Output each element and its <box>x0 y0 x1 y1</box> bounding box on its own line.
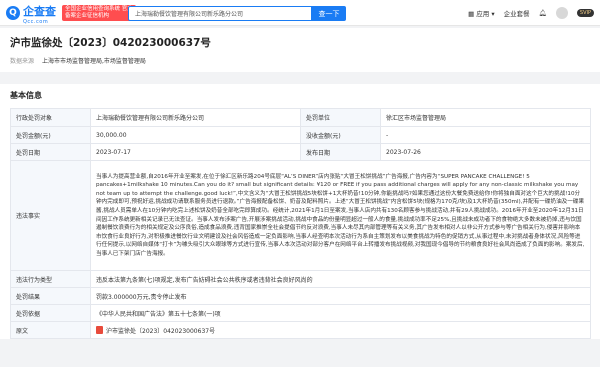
search-button[interactable]: 查一下 <box>312 6 346 21</box>
amount-label: 处罚金额(元) <box>10 126 91 144</box>
section-title: 基本信息 <box>10 91 42 100</box>
confiscate-value: - <box>380 126 591 144</box>
app-menu[interactable]: ▦ 应用 ▾ <box>468 8 495 18</box>
document-link[interactable]: 沪市监徐处〔2023〕042023000637号 <box>90 321 591 339</box>
office-value: 徐汇区市场监督管理局 <box>380 108 591 127</box>
table-row: 违法事实 当事人为提高营业额,自2016年开业至案发,在位于徐汇区新乐路204号… <box>10 160 591 271</box>
pdf-icon <box>96 325 103 334</box>
basis-value: 《中华人民共和国广告法》第五十七条第(一)项 <box>90 304 591 322</box>
date-label: 处罚日期 <box>10 143 91 161</box>
avatar[interactable] <box>555 7 568 19</box>
basis-label: 处罚依据 <box>10 304 91 322</box>
logo-text-group: 企查查 Qcc.com <box>23 0 56 25</box>
top-right-menu: ▦ 应用 ▾ 企业套餐 🔔︎ SVIP <box>468 0 594 26</box>
document-link-text: 沪市监徐处〔2023〕042023000637号 <box>106 327 216 335</box>
office-label: 处罚单位 <box>300 108 381 127</box>
search-input[interactable]: 上海瑞勒餐饮管理有限公司新乐路分公司 <box>128 6 312 21</box>
type-value: 违反本法第九条第(七)项规定,发布广告妨碍社会公共秩序或者违背社会良好风尚的 <box>90 270 591 288</box>
source-label: 数据来源 <box>10 58 35 65</box>
credit-banner: 全国企业信用查询系统 官方备案企业征信机构 <box>62 4 136 21</box>
chevron-down-icon: ▾ <box>489 10 495 18</box>
party-label: 行政处罚对象 <box>10 108 91 127</box>
publish-label: 发布日期 <box>300 143 381 161</box>
type-label: 违法行为类型 <box>10 270 91 288</box>
logo-sub-text: Qcc.com <box>23 19 49 25</box>
logo-main-text: 企查查 <box>23 5 56 18</box>
table-row: 处罚依据 《中华人民共和国广告法》第五十七条第(一)项 <box>10 304 591 322</box>
table-row: 处罚金额(元) 30,000.00 没收金额(元) - <box>10 126 591 144</box>
app-label: 应用 <box>476 10 490 18</box>
top-navigation-bar: Q 企查查 Qcc.com 全国企业信用查询系统 官方备案企业征信机构 上海瑞勒… <box>0 0 600 26</box>
logo-icon: Q <box>6 5 20 20</box>
confiscate-label: 没收金额(元) <box>300 126 381 144</box>
basic-info-table: 行政处罚对象 上海瑞勒餐饮管理有限公司新乐路分公司 处罚单位 徐汇区市场监督管理… <box>10 108 591 339</box>
amount-value: 30,000.00 <box>90 126 301 144</box>
fact-value: 当事人为提高营业额,自2016年开业至案发,在位于徐汇区新乐路204号底层“AL… <box>90 160 591 271</box>
table-row: 行政处罚对象 上海瑞勒餐饮管理有限公司新乐路分公司 处罚单位 徐汇区市场监督管理… <box>10 108 591 127</box>
table-row: 处罚日期 2023-07-17 发布日期 2023-07-26 <box>10 143 591 161</box>
bell-icon[interactable]: 🔔︎ <box>539 9 547 17</box>
result-label: 处罚结果 <box>10 287 91 305</box>
table-row: 处罚结果 罚款3.000000万元,责令停止发布 <box>10 287 591 305</box>
table-row: 原文 沪市监徐处〔2023〕042023000637号 <box>10 321 591 339</box>
basic-info-card: 基本信息 行政处罚对象 上海瑞勒餐饮管理有限公司新乐路分公司 处罚单位 徐汇区市… <box>0 84 600 339</box>
source-value: 上海市市场监督管理局,市场监督管理局 <box>42 58 146 65</box>
doc-label: 原文 <box>10 321 91 339</box>
fact-label: 违法事实 <box>10 160 91 271</box>
date-value: 2023-07-17 <box>90 143 301 161</box>
page-title: 沪市监徐处〔2023〕042023000637号 <box>10 37 211 49</box>
site-logo[interactable]: Q 企查查 Qcc.com <box>6 0 56 25</box>
party-link[interactable]: 上海瑞勒餐饮管理有限公司新乐路分公司 <box>90 108 301 127</box>
data-source: 数据来源 上海市市场监督管理局,市场监督管理局 <box>10 56 590 65</box>
result-value: 罚款3.000000万元,责令停止发布 <box>90 287 591 305</box>
table-row: 违法行为类型 违反本法第九条第(七)项规定,发布广告妨碍社会公共秩序或者违背社会… <box>10 270 591 288</box>
vip-badge[interactable]: SVIP <box>576 9 594 17</box>
penalty-header: 沪市监徐处〔2023〕042023000637号 数据来源 上海市市场监督管理局… <box>0 28 600 72</box>
enterprise-package-link[interactable]: 企业套餐 <box>504 8 530 18</box>
publish-value: 2023-07-26 <box>380 143 591 161</box>
